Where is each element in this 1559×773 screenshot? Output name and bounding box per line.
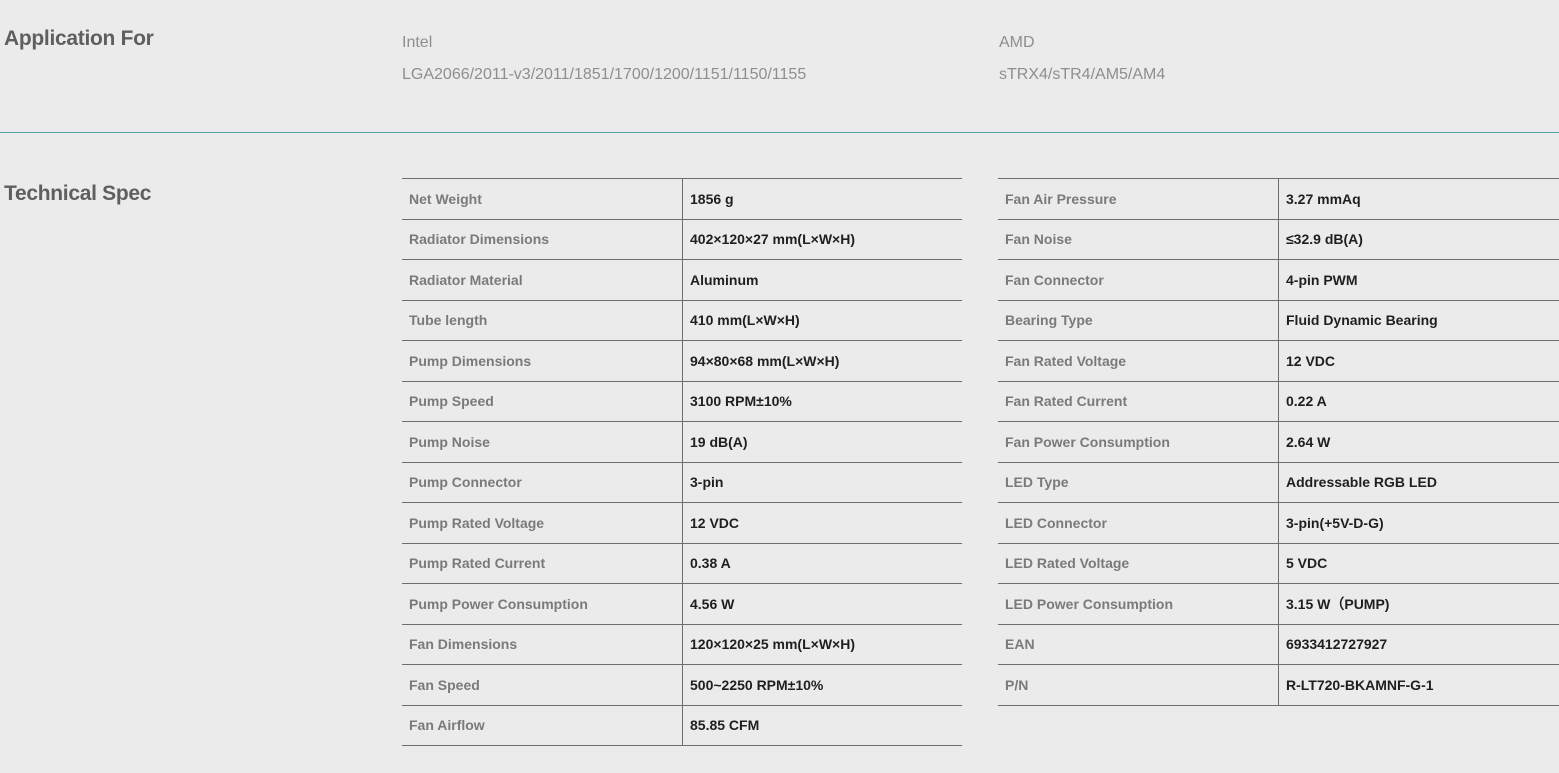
spec-value: Aluminum xyxy=(682,259,962,301)
spec-label: LED Rated Voltage xyxy=(998,542,1279,584)
spec-label: Pump Connector xyxy=(402,461,683,503)
table-row: Pump Dimensions 94×80×68 mm(L×W×H) xyxy=(402,340,962,382)
spec-label: Fan Dimensions xyxy=(402,623,683,665)
spec-value: 3-pin(+5V-D-G) xyxy=(1278,502,1559,544)
table-row: Pump Power Consumption 4.56 W xyxy=(402,583,962,625)
table-row: Pump Speed 3100 RPM±10% xyxy=(402,380,962,422)
table-row: LED Power Consumption 3.15 W（PUMP) xyxy=(998,583,1559,625)
table-row: Fan Speed 500~2250 RPM±10% xyxy=(402,664,962,706)
table-row: LED Rated Voltage 5 VDC xyxy=(998,542,1559,584)
spec-label: Radiator Dimensions xyxy=(402,218,683,260)
table-row: Fan Dimensions 120×120×25 mm(L×W×H) xyxy=(402,623,962,665)
spec-value: 12 VDC xyxy=(682,502,962,544)
spec-label: Fan Noise xyxy=(998,218,1279,260)
spec-label: Tube length xyxy=(402,299,683,341)
spec-value: 2.64 W xyxy=(1278,421,1559,463)
spec-label: LED Power Consumption xyxy=(998,583,1279,625)
table-row: Radiator Dimensions 402×120×27 mm(L×W×H) xyxy=(402,218,962,260)
table-row: Bearing Type Fluid Dynamic Bearing xyxy=(998,299,1559,341)
table-row: Radiator Material Aluminum xyxy=(402,259,962,301)
spec-value: 85.85 CFM xyxy=(682,704,962,746)
intel-label: Intel xyxy=(402,34,433,51)
table-row: Fan Noise ≤32.9 dB(A) xyxy=(998,218,1559,260)
table-row: Fan Connector 4-pin PWM xyxy=(998,259,1559,301)
spec-value: 5 VDC xyxy=(1278,542,1559,584)
spec-value: 3.27 mmAq xyxy=(1278,178,1559,220)
spec-label: Fan Power Consumption xyxy=(998,421,1279,463)
spec-table-right: Fan Air Pressure 3.27 mmAq Fan Noise ≤32.9… xyxy=(998,178,1559,706)
spec-label: Bearing Type xyxy=(998,299,1279,341)
spec-value: 120×120×25 mm(L×W×H) xyxy=(682,623,962,665)
table-row: Fan Air Pressure 3.27 mmAq xyxy=(998,178,1559,220)
intel-compatibility: Intel LGA2066/2011-v3/2011/1851/1700/120… xyxy=(402,34,806,84)
spec-value: 4.56 W xyxy=(682,583,962,625)
spec-label: Net Weight xyxy=(402,178,683,220)
table-row: Fan Airflow 85.85 CFM xyxy=(402,704,962,746)
spec-table-left: Net Weight 1856 g Radiator Dimensions 402×… xyxy=(402,178,962,746)
spec-value: Fluid Dynamic Bearing xyxy=(1278,299,1559,341)
intel-sockets: LGA2066/2011-v3/2011/1851/1700/1200/1151… xyxy=(402,66,807,83)
table-row: Pump Connector 3-pin xyxy=(402,461,962,503)
spec-label: Pump Power Consumption xyxy=(402,583,683,625)
table-row: P/N R-LT720-BKAMNF-G-1 xyxy=(998,664,1559,706)
spec-label: Pump Rated Current xyxy=(402,542,683,584)
amd-sockets: sTRX4/sTR4/AM5/AM4 xyxy=(999,66,1166,83)
amd-compatibility: AMD sTRX4/sTR4/AM5/AM4 xyxy=(999,34,1165,84)
spec-value: 0.22 A xyxy=(1278,380,1559,422)
spec-value: 1856 g xyxy=(682,178,962,220)
spec-label: P/N xyxy=(998,664,1279,706)
technical-spec-heading: Technical Spec xyxy=(4,182,152,205)
spec-value: 12 VDC xyxy=(1278,340,1559,382)
spec-value: 4-pin PWM xyxy=(1278,259,1559,301)
spec-label: Fan Rated Current xyxy=(998,380,1279,422)
spec-value: 94×80×68 mm(L×W×H) xyxy=(682,340,962,382)
table-row: Fan Rated Voltage 12 VDC xyxy=(998,340,1559,382)
spec-label: EAN xyxy=(998,623,1279,665)
spec-label: Pump Dimensions xyxy=(402,340,683,382)
spec-value: 3100 RPM±10% xyxy=(682,380,962,422)
spec-label: Pump Speed xyxy=(402,380,683,422)
table-row: LED Type Addressable RGB LED xyxy=(998,461,1559,503)
spec-label: LED Connector xyxy=(998,502,1279,544)
table-row: LED Connector 3-pin(+5V-D-G) xyxy=(998,502,1559,544)
spec-label: Pump Noise xyxy=(402,421,683,463)
spec-label: Fan Connector xyxy=(998,259,1279,301)
table-row: Pump Noise 19 dB(A) xyxy=(402,421,962,463)
spec-value: 500~2250 RPM±10% xyxy=(682,664,962,706)
spec-label: LED Type xyxy=(998,461,1279,503)
spec-label: Fan Air Pressure xyxy=(998,178,1279,220)
application-for-heading: Application For xyxy=(4,27,154,50)
spec-value: 3-pin xyxy=(682,461,962,503)
table-row: Tube length 410 mm(L×W×H) xyxy=(402,299,962,341)
spec-label: Radiator Material xyxy=(402,259,683,301)
spec-label: Fan Speed xyxy=(402,664,683,706)
spec-label: Fan Rated Voltage xyxy=(998,340,1279,382)
table-row: EAN 6933412727927 xyxy=(998,623,1559,665)
spec-value: R-LT720-BKAMNF-G-1 xyxy=(1278,664,1559,706)
table-row: Pump Rated Voltage 12 VDC xyxy=(402,502,962,544)
spec-value: Addressable RGB LED xyxy=(1278,461,1559,503)
spec-label: Pump Rated Voltage xyxy=(402,502,683,544)
table-row: Net Weight 1856 g xyxy=(402,178,962,220)
spec-value: 402×120×27 mm(L×W×H) xyxy=(682,218,962,260)
spec-value: 0.38 A xyxy=(682,542,962,584)
spec-value: 19 dB(A) xyxy=(682,421,962,463)
spec-label: Fan Airflow xyxy=(402,704,683,746)
table-row: Pump Rated Current 0.38 A xyxy=(402,542,962,584)
table-row: Fan Power Consumption 2.64 W xyxy=(998,421,1559,463)
spec-value: 410 mm(L×W×H) xyxy=(682,299,962,341)
section-divider xyxy=(0,132,1559,133)
table-row: Fan Rated Current 0.22 A xyxy=(998,380,1559,422)
amd-label: AMD xyxy=(999,34,1035,51)
spec-value: ≤32.9 dB(A) xyxy=(1278,218,1559,260)
spec-value: 6933412727927 xyxy=(1278,623,1559,665)
spec-value: 3.15 W（PUMP) xyxy=(1278,583,1559,625)
